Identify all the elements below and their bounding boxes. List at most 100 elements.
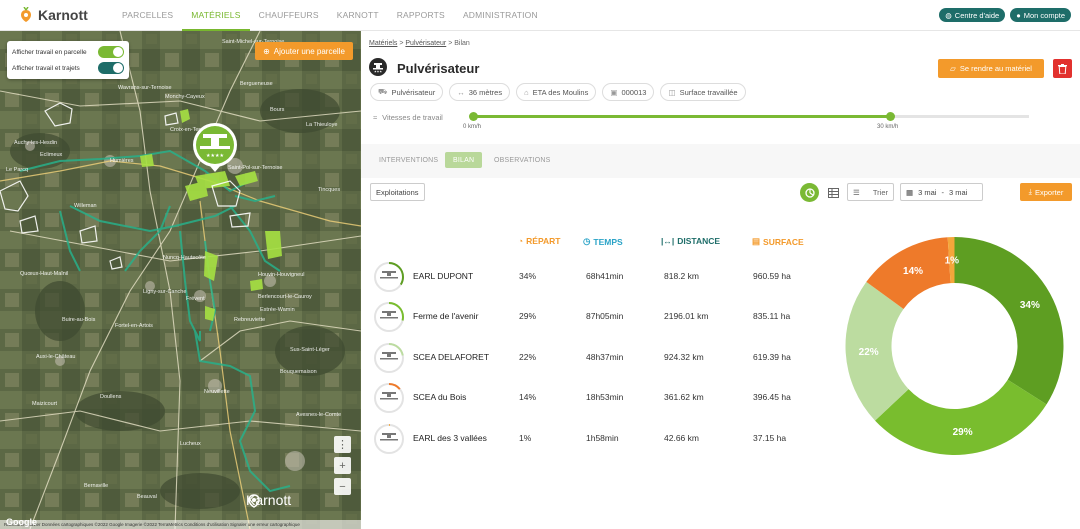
zoom-in-button[interactable]: + <box>334 457 351 474</box>
farm-row[interactable]: SCEA du Bois 14% 18h53min 361.62 km 396.45 h… <box>373 382 813 414</box>
chip-label: 000013 <box>621 87 647 97</box>
parcel-work-toggle[interactable] <box>98 46 124 58</box>
chart-view-button[interactable] <box>800 183 819 202</box>
table-view-button[interactable] <box>825 184 842 201</box>
export-button[interactable]: ⤓ Exporter <box>1020 183 1072 201</box>
speed-label: Vitesses de travail <box>382 113 443 122</box>
cell-temps: 18h53min <box>586 392 624 402</box>
speed-range-slider[interactable] <box>469 112 1029 121</box>
surface-icon: ▤ <box>752 236 761 246</box>
place-label: Le Parcq <box>6 167 28 173</box>
info-chip: ◫ Surface travaillée <box>660 83 746 101</box>
distribution-donut-chart: 34% 29% 22% 14% 1% <box>845 237 1064 455</box>
place-label: Nuncq-Hautecôte <box>163 255 206 261</box>
farm-row[interactable]: EARL DUPONT 34% 68h41min 818.2 km 960.59 ha <box>373 261 813 293</box>
map-attribution[interactable]: Raccourcis clavier Données cartographiqu… <box>0 520 361 529</box>
cell-distance: 361.62 km <box>664 392 704 402</box>
area-icon: ◫ <box>668 87 676 97</box>
exploitations-filter-button[interactable]: Exploitations <box>370 183 425 201</box>
karnott-logo-icon <box>21 7 31 22</box>
account-button[interactable]: ● Mon compte <box>1010 8 1071 22</box>
place-label: Neuvillette <box>204 389 230 395</box>
place-label: Rebreuviette <box>234 317 265 323</box>
place-label: Houvin-Houvigneul <box>258 272 304 278</box>
col-header-label: DISTANCE <box>677 236 721 246</box>
place-label: Humières <box>110 158 134 164</box>
nav-item-karnott[interactable]: KARNOTT <box>328 0 388 31</box>
place-label: Berlencourt-le-Cauroy <box>258 294 312 300</box>
page-title: Pulvérisateur <box>397 61 480 76</box>
nav-item-administration[interactable]: ADMINISTRATION <box>454 0 547 31</box>
map-icon: ▱ <box>950 64 956 73</box>
more-options-icon[interactable]: ⋮ <box>334 436 351 453</box>
place-label: Wavrans-sur-Ternoise <box>118 85 172 91</box>
breadcrumb-pulverisateur[interactable]: Pulvérisateur <box>405 40 446 47</box>
donut-slice-label: 29% <box>953 427 973 438</box>
farm-row[interactable]: SCEA DELAFORET 22% 48h37min 924.32 km 619.39… <box>373 342 813 374</box>
place-label: Auxi-le-Château <box>36 354 75 360</box>
delete-button[interactable] <box>1053 59 1072 78</box>
farm-row[interactable]: Ferme de l'avenir 29% 87h05min 2196.01 km 83… <box>373 301 813 333</box>
cell-distance: 2196.01 km <box>664 311 709 321</box>
karnott-logo[interactable]: Karnott <box>18 7 113 23</box>
zoom-out-button[interactable]: − <box>334 478 351 495</box>
cell-surface: 835.11 ha <box>753 311 791 321</box>
sort-icon: ☰ <box>853 187 860 197</box>
donut-slice-label: 1% <box>945 256 960 267</box>
go-to-equipment-label: Se rendre au matériel <box>959 64 1032 73</box>
donut-slice-label: 34% <box>1020 300 1040 311</box>
place-label: Bours <box>270 107 285 113</box>
nav-item-rapports[interactable]: RAPPORTS <box>388 0 454 31</box>
cell-distance: 818.2 km <box>664 271 699 281</box>
place-label: Lucheux <box>180 441 201 447</box>
cell-repart: 22% <box>519 352 537 362</box>
nav-item-chauffeurs[interactable]: CHAUFFEURS <box>250 0 328 31</box>
trips-toggle[interactable] <box>98 62 124 74</box>
tab-observations[interactable]: OBSERVATIONS <box>486 152 558 168</box>
satellite-map[interactable]: Saint-Michel-sur-Ternoise Wavrans-sur-Te… <box>0 31 361 529</box>
sprayer-icon: ★★★ <box>369 58 387 76</box>
breadcrumb-materiels[interactable]: Matériels <box>369 40 397 47</box>
repart-icon: ◔ <box>518 236 524 246</box>
place-label: La Thieuloye <box>306 122 337 128</box>
cell-surface: 37.15 ha <box>753 433 787 443</box>
col-header-temps[interactable]: ◷ TEMPS <box>583 236 623 247</box>
nav-item-parcelles[interactable]: PARCELLES <box>113 0 182 31</box>
col-header-surface[interactable]: ▤ SURFACE <box>752 236 804 247</box>
place-label: Estrée-Wamin <box>260 307 295 313</box>
donut-slice[interactable] <box>954 237 1064 405</box>
place-label: Beauval <box>137 494 157 500</box>
col-header-distance[interactable]: |↔| DISTANCE <box>661 236 720 246</box>
speed-min-handle[interactable] <box>469 112 478 121</box>
nav-item-matriels[interactable]: MATÉRIELS <box>182 0 250 31</box>
map-karnott-watermark: Karnott <box>246 492 291 508</box>
place-label: Bouquemaison <box>280 369 317 375</box>
place-label: Bernaville <box>84 483 108 489</box>
toggle-label: Afficher travail et trajets <box>12 64 80 72</box>
speed-max-handle[interactable] <box>886 112 895 121</box>
speed-wave-icon: ≈ <box>373 113 378 122</box>
home-icon: ⌂ <box>524 87 529 97</box>
map-view[interactable]: Saint-Michel-sur-Ternoise Wavrans-sur-Te… <box>0 31 361 529</box>
add-parcel-button[interactable]: ⊕ Ajouter une parcelle <box>255 42 353 60</box>
trash-icon <box>1058 63 1067 74</box>
clock-icon: ◷ <box>583 236 591 246</box>
place-label: Saint-Pol-sur-Ternoise <box>228 165 282 171</box>
col-header-repart[interactable]: ◔ RÉPART <box>518 236 560 246</box>
chip-icon: ▣ <box>610 87 618 97</box>
chip-label: ETA des Moulins <box>532 87 589 97</box>
account-label: Mon compte <box>1023 10 1065 20</box>
tab-bilan[interactable]: BILAN <box>445 152 483 168</box>
help-center-button[interactable]: ◍ Centre d'aide <box>939 8 1006 22</box>
go-to-equipment-button[interactable]: ▱ Se rendre au matériel <box>938 59 1044 78</box>
sort-button[interactable]: ☰ Trier <box>847 183 894 201</box>
info-chip: ⌂ ETA des Moulins <box>516 83 597 101</box>
farm-row[interactable]: EARL des 3 vallées 1% 1h58min 42.66 km 37.15… <box>373 423 813 455</box>
farm-share-ring <box>374 383 404 413</box>
cell-surface: 619.39 ha <box>753 352 791 362</box>
date-to: 3 mai <box>948 187 968 197</box>
toggle-label: Afficher travail en parcelle <box>12 48 87 56</box>
tab-interventions[interactable]: INTERVENTIONS <box>371 152 446 168</box>
place-label: Maizicourt <box>32 401 58 407</box>
date-range-picker[interactable]: ▦ 3 mai - 3 mai <box>900 183 983 201</box>
